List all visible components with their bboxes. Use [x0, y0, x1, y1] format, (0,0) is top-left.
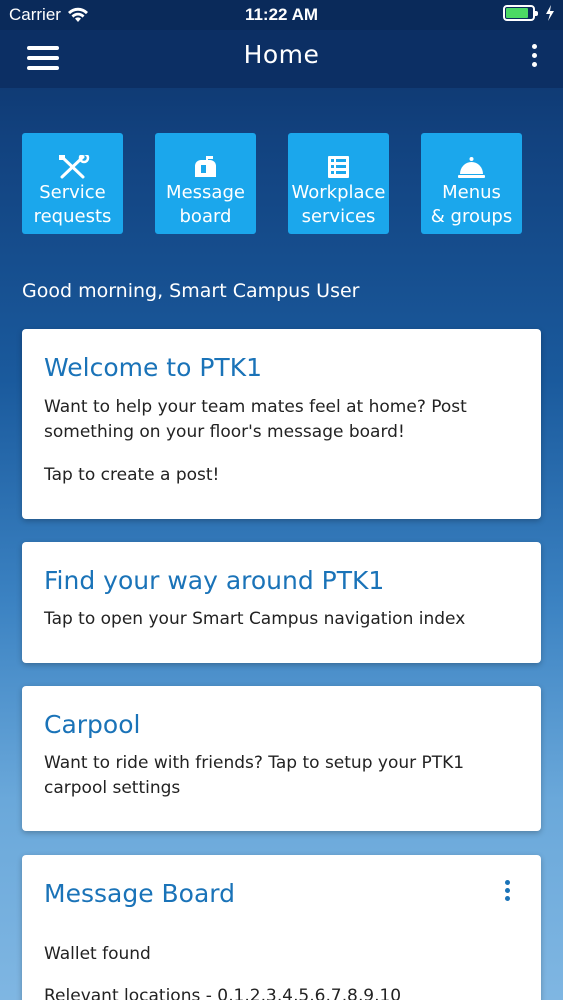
tile-label: Message board: [166, 182, 245, 227]
quick-action-tiles: Service requests Message board Workplace se…: [22, 133, 542, 234]
card-more-vertical-icon[interactable]: [503, 880, 511, 904]
battery-icon: [503, 5, 538, 21]
charging-bolt-icon: [546, 5, 554, 21]
card-footer: Tap to create a post!: [44, 465, 220, 485]
card-title: Carpool: [44, 710, 141, 739]
message-item-title: Wallet found: [44, 944, 151, 964]
card-body: Want to ride with friends? Tap to setup …: [44, 753, 465, 798]
card-title: Message Board: [44, 879, 235, 908]
card-body: Tap to open your Smart Campus navigation…: [44, 609, 466, 629]
status-bar: Carrier 11:22 AM: [0, 0, 563, 30]
message-board-card[interactable]: Message Board Wallet found Relevant loca…: [22, 855, 541, 1000]
card-body: Want to help your team mates feel at hom…: [44, 397, 467, 442]
mailbox-icon: [195, 156, 216, 177]
list-icon: [328, 156, 349, 178]
tile-label: Menus & groups: [430, 182, 513, 227]
tools-icon: [59, 155, 90, 179]
workplace-services-tile[interactable]: Workplace services: [288, 133, 389, 234]
message-board-tile[interactable]: Message board: [155, 133, 256, 234]
menus-groups-tile[interactable]: Menus & groups: [421, 133, 522, 234]
more-vertical-icon[interactable]: [529, 44, 539, 72]
battery-tip: [535, 11, 538, 16]
page-title: Home: [243, 40, 320, 69]
tile-label: Workplace services: [291, 182, 386, 227]
welcome-card[interactable]: Welcome to PTK1 Want to help your team m…: [22, 329, 541, 519]
battery-fill: [506, 8, 529, 18]
tile-label: Service requests: [33, 182, 112, 227]
status-right: [503, 5, 555, 21]
card-title: Welcome to PTK1: [44, 353, 262, 382]
status-time: 11:22 AM: [244, 5, 319, 24]
cloche-icon: [458, 157, 485, 178]
card-title: Find your way around PTK1: [44, 566, 385, 595]
nav-bar: Home: [0, 30, 563, 88]
carpool-card[interactable]: Carpool Want to ride with friends? Tap t…: [22, 686, 541, 831]
navigation-card[interactable]: Find your way around PTK1 Tap to open yo…: [22, 542, 541, 663]
message-item-locations: Relevant locations - 0,1,2,3,4,5,6,7,8,9…: [44, 986, 402, 1000]
greeting-text: Good morning, Smart Campus User: [22, 280, 360, 302]
service-requests-tile[interactable]: Service requests: [22, 133, 123, 234]
